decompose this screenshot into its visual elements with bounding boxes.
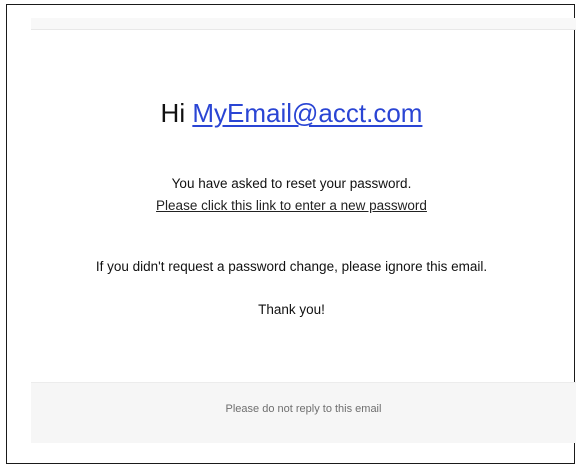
- ignore-notice: If you didn't request a password change,…: [95, 259, 488, 274]
- email-header-strip: [31, 18, 576, 30]
- thanks-message: Thank you!: [258, 302, 325, 317]
- reset-password-link[interactable]: Please click this link to enter a new pa…: [156, 198, 427, 213]
- greeting-heading: Hi MyEmail@acct.com: [7, 97, 576, 129]
- email-frame: Hi MyEmail@acct.com You have asked to re…: [6, 4, 576, 464]
- reset-link-row: Please click this link to enter a new pa…: [7, 197, 576, 215]
- footer-note: Please do not reply to this email: [225, 403, 382, 415]
- reset-message: You have asked to reset your password.: [171, 176, 412, 191]
- greeting-prefix: Hi: [160, 98, 186, 128]
- recipient-email-link[interactable]: MyEmail@acct.com: [192, 98, 422, 128]
- email-footer: Please do not reply to this email: [31, 382, 576, 443]
